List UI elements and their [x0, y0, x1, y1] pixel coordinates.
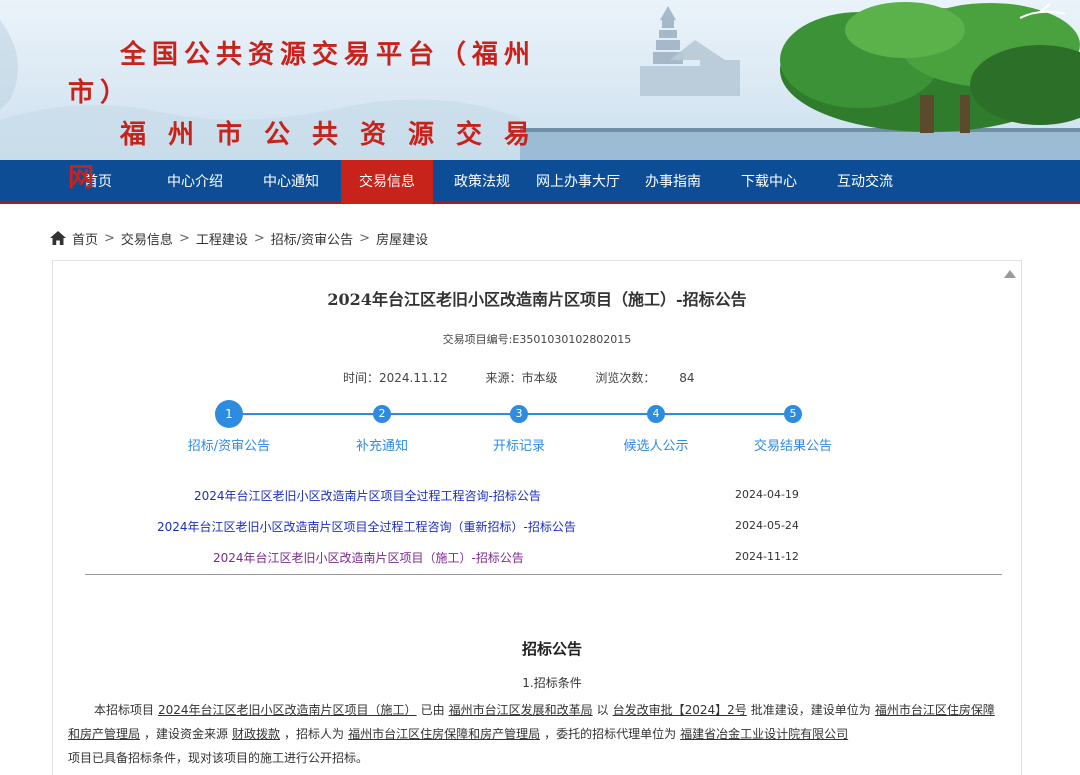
related-link[interactable]: 2024年台江区老旧小区改造南片区项目全过程工程咨询（重新招标）-招标公告: [157, 518, 576, 535]
site-title-line2-wrap: 网: [68, 163, 95, 193]
step-1-marker[interactable]: 1: [215, 400, 243, 428]
breadcrumb-trade-info[interactable]: 交易信息: [121, 229, 173, 248]
step-1-label[interactable]: 招标/资审公告: [188, 435, 270, 454]
nav-item-guide[interactable]: 办事指南: [628, 160, 718, 204]
breadcrumb-tender-notice[interactable]: 招标/资审公告: [271, 229, 353, 248]
step-5-marker[interactable]: 5: [784, 405, 802, 423]
para-text: ，招标人为: [284, 727, 345, 741]
announcement-paragraph: 本招标项目 2024年台江区老旧小区改造南片区项目（施工） 已由 福州市台江区发展和改…: [68, 698, 1002, 770]
breadcrumb-separator: >: [104, 230, 115, 246]
nav-item-center-notice[interactable]: 中心通知: [246, 160, 336, 204]
para-text: 本招标项目: [94, 703, 155, 717]
related-link-current[interactable]: 2024年台江区老旧小区改造南片区项目（施工）-招标公告: [213, 549, 524, 566]
site-banner: 全国公共资源交易平台（福州 市） 福州市公共资源交易: [0, 0, 1080, 160]
step-3-marker[interactable]: 3: [510, 405, 528, 423]
document-title: 2024年台江区老旧小区改造南片区项目（施工）-招标公告: [327, 290, 747, 309]
nav-item-policy[interactable]: 政策法规: [437, 160, 527, 204]
project-name-field: 2024年台江区老旧小区改造南片区项目（施工）: [158, 703, 417, 717]
breadcrumb-separator: >: [359, 230, 371, 246]
breadcrumb-home[interactable]: 首页: [72, 229, 98, 248]
step-4-marker[interactable]: 4: [647, 405, 665, 423]
para-text: ，建设资金来源: [144, 727, 229, 741]
step-2-label[interactable]: 补充通知: [356, 435, 408, 454]
related-date: 2024-04-19: [735, 488, 799, 501]
nav-item-online-hall[interactable]: 网上办事大厅: [530, 160, 626, 204]
main-nav: 首页 中心介绍 中心通知 交易信息 政策法规 网上办事大厅 办事指南 下载中心 …: [0, 160, 1080, 204]
breadcrumb-engineering[interactable]: 工程建设: [196, 229, 248, 248]
home-icon[interactable]: [50, 231, 66, 245]
document-meta: 时间：2024.11.12 来源：市本级 浏览次数： 84: [343, 369, 729, 386]
fund-source-field: 财政拨款: [232, 727, 281, 741]
source: 来源：市本级: [485, 371, 558, 385]
publish-time: 时间：2024.11.12: [343, 371, 448, 385]
project-number: 交易项目编号:E3501030102802015: [442, 333, 632, 346]
step-3-label[interactable]: 开标记录: [493, 435, 545, 454]
site-title-line1-wrap: 市）: [68, 78, 133, 108]
approval-doc-field: 台发改审批【2024】2号: [612, 703, 747, 717]
nav-item-download[interactable]: 下载中心: [724, 160, 814, 204]
agent-field: 福建省冶金工业设计院有限公司: [680, 727, 849, 741]
para-text: 项目已具备招标条件，现对该项目的施工进行公开招标。: [68, 751, 369, 765]
views-count: 84: [679, 371, 695, 385]
views-label: 浏览次数：: [595, 371, 656, 385]
step-2-marker[interactable]: 2: [373, 405, 391, 423]
breadcrumb-separator: >: [253, 230, 265, 246]
tenderer-field: 福州市台江区住房保障和房产管理局: [348, 727, 541, 741]
section-heading: 1.招标条件: [522, 676, 582, 690]
para-text: 已由: [420, 703, 445, 717]
para-text: ，委托的招标代理单位为: [544, 727, 677, 741]
breadcrumb-housing[interactable]: 房屋建设: [376, 229, 428, 248]
related-link[interactable]: 2024年台江区老旧小区改造南片区项目全过程工程咨询-招标公告: [194, 487, 541, 504]
related-date: 2024-11-12: [735, 550, 799, 563]
para-text: 批准建设，建设单位为: [750, 703, 871, 717]
site-title-line1: 全国公共资源交易平台（福州: [120, 40, 537, 70]
related-date: 2024-05-24: [735, 519, 799, 532]
nav-item-trade-info[interactable]: 交易信息: [341, 160, 433, 204]
breadcrumb: 首页 > 交易信息 > 工程建设 > 招标/资审公告 > 房屋建设: [50, 228, 428, 248]
nav-item-interact[interactable]: 互动交流: [820, 160, 910, 204]
divider: [85, 574, 1002, 575]
approver-field: 福州市台江区发展和改革局: [448, 703, 593, 717]
step-5-label[interactable]: 交易结果公告: [754, 435, 832, 454]
site-title-line2: 福州市公共资源交易: [120, 120, 553, 150]
announcement-title: 招标公告: [521, 640, 582, 658]
para-text: 以: [596, 703, 609, 717]
breadcrumb-separator: >: [178, 230, 190, 246]
nav-item-center-intro[interactable]: 中心介绍: [150, 160, 240, 204]
scroll-up-arrow-icon[interactable]: [1004, 270, 1016, 278]
step-4-label[interactable]: 候选人公示: [623, 435, 688, 454]
